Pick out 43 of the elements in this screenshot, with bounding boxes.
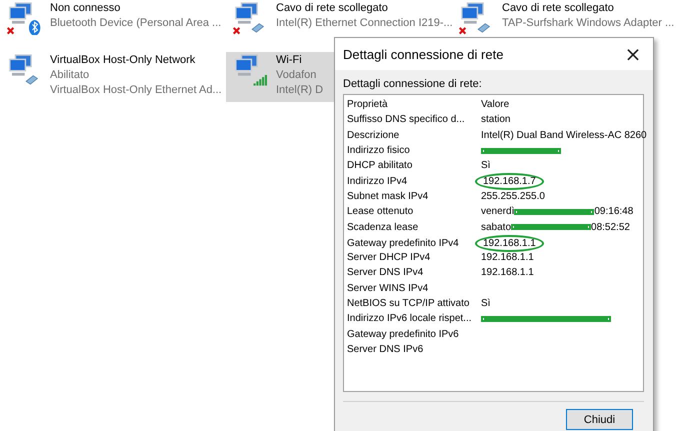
value-cell: Sì bbox=[481, 298, 490, 309]
property-cell-text: Suffisso DNS specifico d... bbox=[347, 114, 466, 126]
list-label: Dettagli connessione di rete: bbox=[343, 78, 483, 90]
property-cell-text: Server WINS IPv4 bbox=[347, 282, 430, 294]
value-cell: Sì bbox=[481, 160, 490, 172]
value-cell: 255.255.255.0 bbox=[481, 190, 545, 202]
adapter-device: VirtualBox Host-Only Ethernet Ad... bbox=[50, 83, 222, 98]
adapter-state: Abilitato bbox=[50, 68, 90, 83]
adapter-name: Cavo di rete scollegato bbox=[502, 1, 615, 16]
property-cell-text: Indirizzo IPv6 locale rispet... bbox=[347, 313, 472, 324]
property-cell-text: Descrizione bbox=[347, 130, 400, 141]
adapter-state: Vodafon bbox=[276, 68, 318, 83]
property-cell-text: Server DNS IPv6 bbox=[347, 344, 424, 355]
property-cell-text: NetBIOS su TCP/IP attivato bbox=[347, 298, 470, 309]
dialog-title: Dettagli connessione di rete bbox=[343, 46, 504, 62]
adapter-device: Bluetooth Device (Personal Area ... bbox=[50, 16, 222, 31]
property-cell-text: DHCP abilitato bbox=[347, 160, 414, 172]
value-cell: 08:52:52 bbox=[591, 222, 630, 233]
property-cell-text: Scadenza lease bbox=[347, 222, 420, 233]
adapter-device: TAP-Surfshark Windows Adapter ... bbox=[502, 16, 674, 31]
circled-value: 192.168.1.7 bbox=[475, 173, 544, 190]
value-cell: sabato bbox=[481, 222, 512, 233]
property-cell-text: Lease ottenuto bbox=[347, 206, 414, 218]
property-cell-text: Indirizzo fisico bbox=[347, 145, 411, 156]
property-cell-text: Server DNS IPv4 bbox=[347, 267, 424, 278]
adapter-name: VirtualBox Host-Only Network bbox=[50, 53, 196, 68]
circled-value: 192.168.1.1 bbox=[475, 234, 544, 252]
property-cell-text: Subnet mask IPv4 bbox=[347, 190, 430, 202]
property-cell-text: Gateway predefinito IPv4 bbox=[347, 238, 460, 249]
value-cell: venerdì bbox=[481, 206, 514, 218]
value-cell: 192.168.1.1 bbox=[481, 252, 534, 264]
value-cell: Intel(R) Dual Band Wireless-AC 8260 bbox=[481, 130, 647, 141]
adapter-name: Non connesso bbox=[50, 1, 122, 16]
value-cell: 09:16:48 bbox=[594, 206, 634, 218]
adapter-name: Cavo di rete scollegato bbox=[276, 1, 389, 16]
value-cell: 192.168.1.1 bbox=[481, 267, 534, 278]
property-cell-text: Indirizzo IPv4 bbox=[347, 176, 408, 188]
value-cell: station bbox=[481, 114, 510, 126]
property-cell-text: Server DHCP IPv4 bbox=[347, 252, 432, 264]
property-cell-text: Gateway predefinito IPv6 bbox=[347, 328, 460, 340]
adapter-name: Wi-Fi bbox=[276, 53, 303, 68]
adapter-device: Intel(R) D bbox=[276, 83, 324, 98]
adapter-device: Intel(R) Ethernet Connection I219-... bbox=[276, 16, 453, 31]
